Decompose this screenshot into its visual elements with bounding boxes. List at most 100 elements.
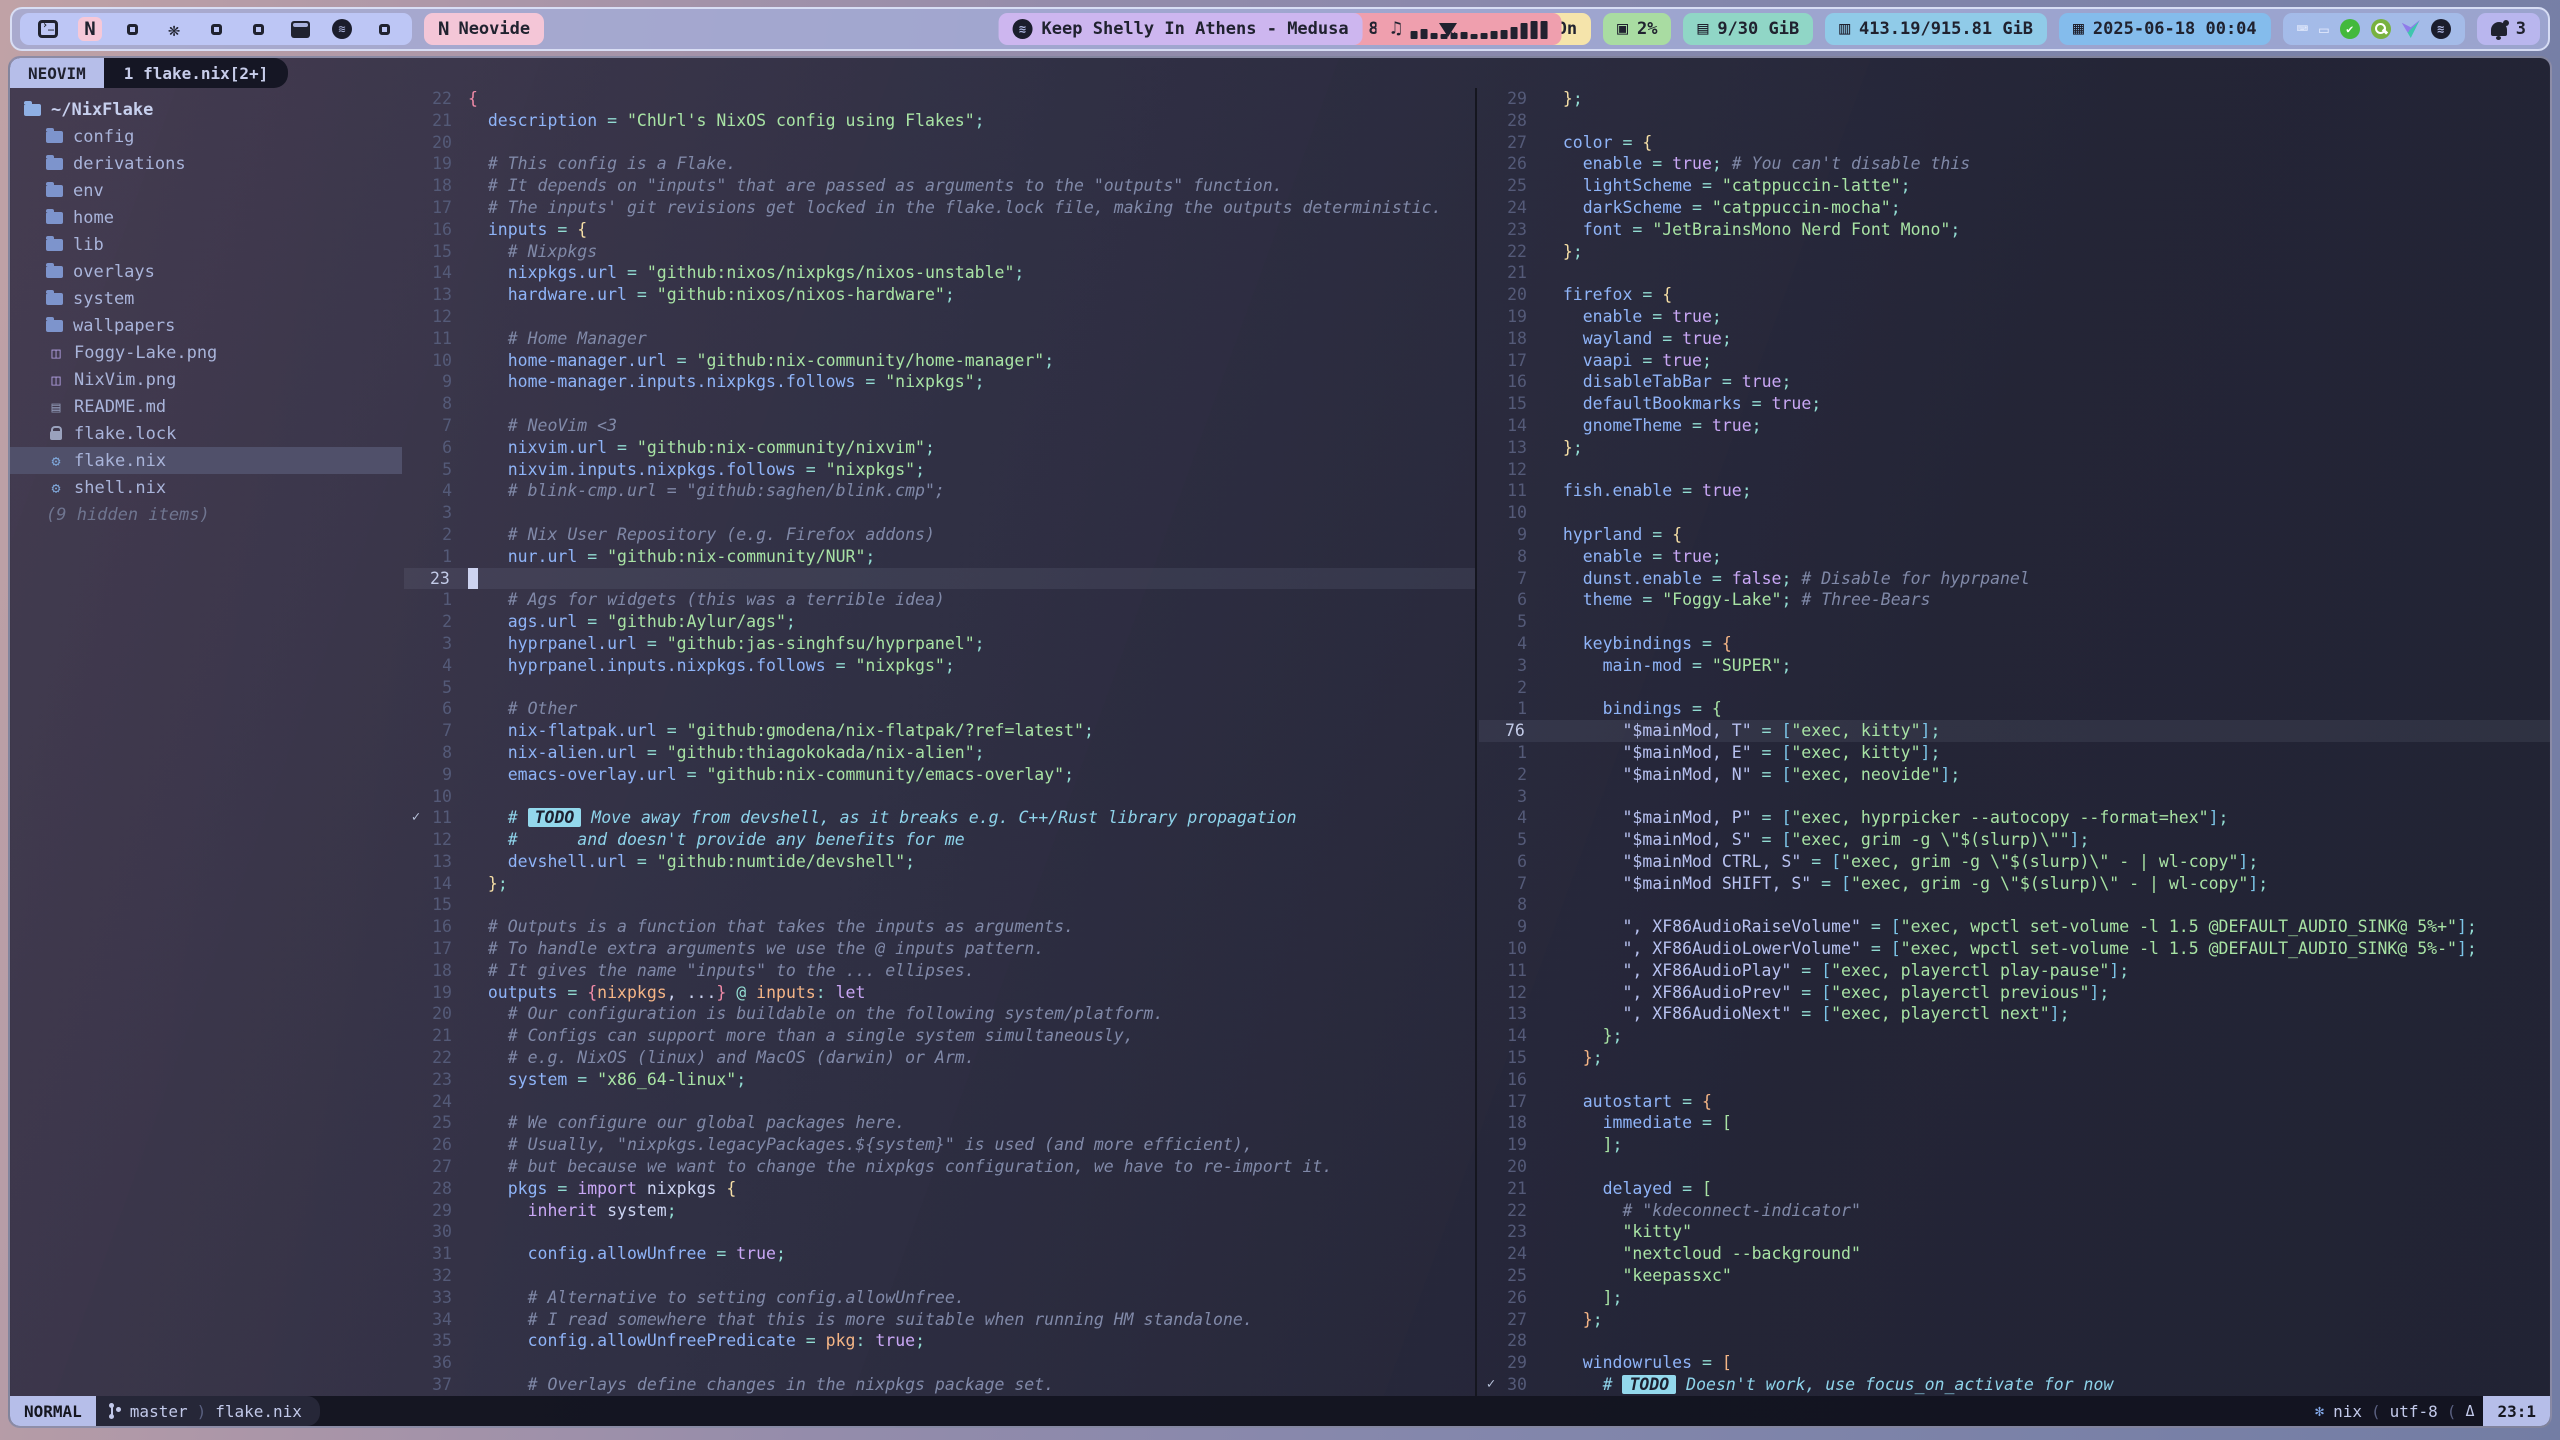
tree-item[interactable]: overlays bbox=[10, 258, 402, 285]
keepassxc-key-icon[interactable] bbox=[2371, 19, 2391, 39]
code-line[interactable]: 19 ]; bbox=[1479, 1134, 2550, 1156]
code-line[interactable]: 4 "$mainMod, P" = ["exec, hyprpicker --a… bbox=[1479, 807, 2550, 829]
code-line[interactable]: 16 inputs = { bbox=[404, 219, 1475, 241]
code-line[interactable]: 29 inherit system; bbox=[404, 1200, 1475, 1222]
code-line[interactable]: 28 pkgs = import nixpkgs { bbox=[404, 1178, 1475, 1200]
tree-item[interactable]: derivations bbox=[10, 150, 402, 177]
code-line[interactable]: 6 # Other bbox=[404, 698, 1475, 720]
tree-item[interactable]: ◫Foggy-Lake.png bbox=[10, 339, 402, 366]
workspace-button-1[interactable] bbox=[36, 17, 60, 41]
code-line[interactable]: 34 # I read somewhere that this is more … bbox=[404, 1309, 1475, 1331]
code-line[interactable]: 2 "$mainMod, N" = ["exec, neovide"]; bbox=[1479, 764, 2550, 786]
code-line[interactable]: 4 keybindings = { bbox=[1479, 633, 2550, 655]
workspace-button-7[interactable] bbox=[288, 17, 312, 41]
code-line[interactable]: 19 enable = true; bbox=[1479, 306, 2550, 328]
code-line[interactable]: 17 vaapi = true; bbox=[1479, 350, 2550, 372]
code-line[interactable]: 1 nur.url = "github:nix-community/NUR"; bbox=[404, 546, 1475, 568]
code-line[interactable]: 3 main-mod = "SUPER"; bbox=[1479, 655, 2550, 677]
cpu-pill[interactable]: ▣2% bbox=[1603, 13, 1671, 45]
code-line[interactable]: ✓30 # TODO Doesn't work, use focus_on_ac… bbox=[1479, 1374, 2550, 1396]
code-line[interactable]: 32 bbox=[404, 1265, 1475, 1287]
code-line[interactable]: 8 nix-alien.url = "github:thiagokokada/n… bbox=[404, 742, 1475, 764]
code-line[interactable]: 21 # Configs can support more than a sin… bbox=[404, 1025, 1475, 1047]
code-line[interactable]: 1 bindings = { bbox=[1479, 698, 2550, 720]
code-line[interactable]: 5 "$mainMod, S" = ["exec, grim -g \"$(sl… bbox=[1479, 829, 2550, 851]
tree-item[interactable]: home bbox=[10, 204, 402, 231]
tree-item[interactable]: ▤README.md bbox=[10, 393, 402, 420]
code-line[interactable]: 23 bbox=[404, 568, 1475, 590]
code-line[interactable]: 21 description = "ChUrl's NixOS config u… bbox=[404, 110, 1475, 132]
code-line[interactable]: 12 bbox=[404, 306, 1475, 328]
code-line[interactable]: 12 # and doesn't provide any benefits fo… bbox=[404, 829, 1475, 851]
code-line[interactable]: 5 bbox=[1479, 611, 2550, 633]
code-line[interactable]: 25 "keepassxc" bbox=[1479, 1265, 2550, 1287]
sync-check-icon[interactable]: ✔ bbox=[2340, 19, 2360, 39]
code-line[interactable]: 16 # Outputs is a function that takes th… bbox=[404, 916, 1475, 938]
code-line[interactable]: 10 bbox=[1479, 502, 2550, 524]
workspace-button-3[interactable] bbox=[120, 17, 144, 41]
code-line[interactable]: 12 bbox=[1479, 459, 2550, 481]
code-line[interactable]: 1 # Ags for widgets (this was a terrible… bbox=[404, 589, 1475, 611]
code-line[interactable]: 22 }; bbox=[1479, 241, 2550, 263]
tree-item[interactable]: ◫NixVim.png bbox=[10, 366, 402, 393]
code-line[interactable]: 24 bbox=[404, 1091, 1475, 1113]
workspace-button-9[interactable] bbox=[372, 17, 396, 41]
code-line[interactable]: 27 # but because we want to change the n… bbox=[404, 1156, 1475, 1178]
workspace-button-8[interactable]: ≋ bbox=[330, 17, 354, 41]
active-app-pill[interactable]: N Neovide bbox=[424, 13, 544, 45]
code-line[interactable]: 28 bbox=[1479, 110, 2550, 132]
music-pill[interactable]: ≋ Keep Shelly In Athens - Medusa bbox=[999, 13, 1363, 45]
code-line[interactable]: 14 }; bbox=[404, 873, 1475, 895]
code-line[interactable]: 14 gnomeTheme = true; bbox=[1479, 415, 2550, 437]
code-line[interactable]: 6 "$mainMod CTRL, S" = ["exec, grim -g \… bbox=[1479, 851, 2550, 873]
code-line[interactable]: 26 enable = true; # You can't disable th… bbox=[1479, 153, 2550, 175]
code-line[interactable]: 13 devshell.url = "github:numtide/devshe… bbox=[404, 851, 1475, 873]
code-line[interactable]: 5 bbox=[404, 677, 1475, 699]
code-line[interactable]: 21 delayed = [ bbox=[1479, 1178, 2550, 1200]
editor-pane-left[interactable]: 22{21 description = "ChUrl's NixOS confi… bbox=[402, 88, 1475, 1396]
tree-item[interactable]: env bbox=[10, 177, 402, 204]
code-line[interactable]: 15 bbox=[404, 894, 1475, 916]
tree-item[interactable]: ⚙flake.nix bbox=[10, 447, 402, 474]
code-line[interactable]: 35 config.allowUnfreePredicate = pkg: tr… bbox=[404, 1330, 1475, 1352]
code-line[interactable]: 9 ", XF86AudioRaiseVolume" = ["exec, wpc… bbox=[1479, 916, 2550, 938]
code-line[interactable]: 13 }; bbox=[1479, 437, 2550, 459]
code-line[interactable]: 3 bbox=[404, 502, 1475, 524]
code-line[interactable]: 12 ", XF86AudioPrev" = ["exec, playerctl… bbox=[1479, 982, 2550, 1004]
code-line[interactable]: 2 ags.url = "github:Aylur/ags"; bbox=[404, 611, 1475, 633]
code-line[interactable]: 20 bbox=[1479, 1156, 2550, 1178]
code-line[interactable]: 10 home-manager.url = "github:nix-commun… bbox=[404, 350, 1475, 372]
code-line[interactable]: 37 # Overlays define changes in the nixp… bbox=[404, 1374, 1475, 1396]
workspace-button-6[interactable] bbox=[246, 17, 270, 41]
workspace-button-2[interactable]: N bbox=[78, 17, 102, 41]
code-line[interactable]: 36 bbox=[404, 1352, 1475, 1374]
tree-item[interactable]: flake.lock bbox=[10, 420, 402, 447]
code-line[interactable]: 14 nixpkgs.url = "github:nixos/nixpkgs/n… bbox=[404, 262, 1475, 284]
code-line[interactable]: 10 bbox=[404, 786, 1475, 808]
code-line[interactable]: 18 immediate = [ bbox=[1479, 1112, 2550, 1134]
memory-pill[interactable]: ▤9/30 GiB bbox=[1683, 13, 1813, 45]
code-line[interactable]: 13 ", XF86AudioNext" = ["exec, playerctl… bbox=[1479, 1003, 2550, 1025]
code-line[interactable]: 20 firefox = { bbox=[1479, 284, 2550, 306]
code-line[interactable]: 3 hyprpanel.url = "github:jas-singhfsu/h… bbox=[404, 633, 1475, 655]
code-line[interactable]: 20 bbox=[404, 132, 1475, 154]
code-line[interactable]: 22 # "kdeconnect-indicator" bbox=[1479, 1200, 2550, 1222]
code-line[interactable]: 8 bbox=[404, 393, 1475, 415]
code-line[interactable]: 24 darkScheme = "catppuccin-mocha"; bbox=[1479, 197, 2550, 219]
code-line[interactable]: 26 # Usually, "nixpkgs.legacyPackages.${… bbox=[404, 1134, 1475, 1156]
code-line[interactable]: 21 bbox=[1479, 262, 2550, 284]
code-line[interactable]: 14 }; bbox=[1479, 1025, 2550, 1047]
code-line[interactable]: 1 "$mainMod, E" = ["exec, kitty"]; bbox=[1479, 742, 2550, 764]
screenshare-icon[interactable]: ▭ bbox=[2319, 20, 2329, 39]
code-line[interactable]: 25 lightScheme = "catppuccin-latte"; bbox=[1479, 175, 2550, 197]
workspace-button-4[interactable]: ❋ bbox=[162, 17, 186, 41]
code-line[interactable]: 31 config.allowUnfree = true; bbox=[404, 1243, 1475, 1265]
code-line[interactable]: 19 # This config is a Flake. bbox=[404, 153, 1475, 175]
code-line[interactable]: 6 theme = "Foggy-Lake"; # Three-Bears bbox=[1479, 589, 2550, 611]
code-line[interactable]: 18 # It depends on "inputs" that are pas… bbox=[404, 175, 1475, 197]
code-line[interactable]: 23 system = "x86_64-linux"; bbox=[404, 1069, 1475, 1091]
code-line[interactable]: 13 hardware.url = "github:nixos/nixos-ha… bbox=[404, 284, 1475, 306]
code-line[interactable]: 17 # The inputs' git revisions get locke… bbox=[404, 197, 1475, 219]
code-line[interactable]: 6 nixvim.url = "github:nix-community/nix… bbox=[404, 437, 1475, 459]
code-line[interactable]: 4 hyprpanel.inputs.nixpkgs.follows = "ni… bbox=[404, 655, 1475, 677]
